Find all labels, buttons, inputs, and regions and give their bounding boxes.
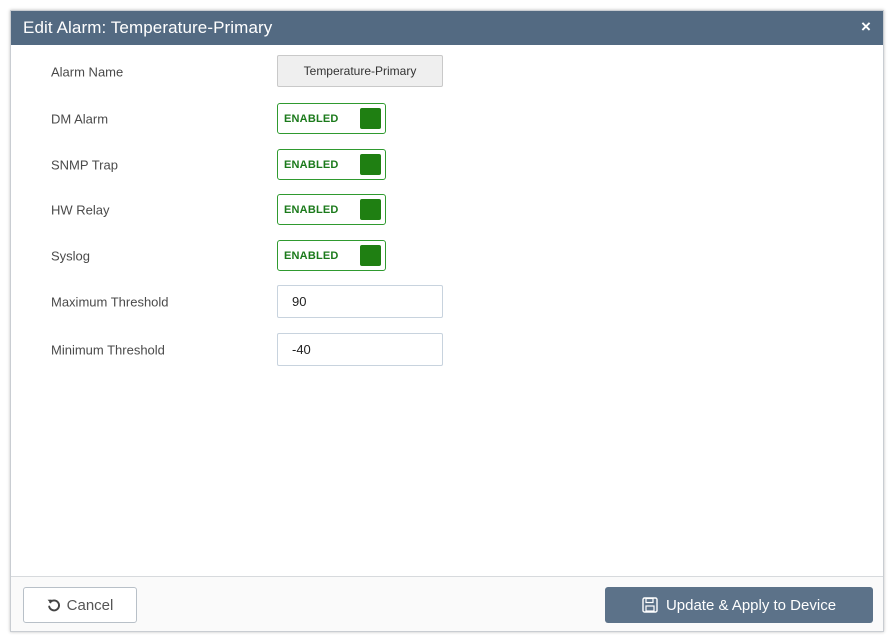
min-threshold-row: Minimum Threshold bbox=[51, 333, 471, 367]
hw-relay-toggle[interactable]: ENABLED bbox=[277, 194, 386, 225]
close-icon[interactable]: × bbox=[858, 18, 874, 35]
cancel-button-label: Cancel bbox=[66, 596, 114, 614]
max-threshold-label: Maximum Threshold bbox=[51, 294, 169, 310]
snmp-trap-toggle[interactable]: ENABLED bbox=[277, 149, 386, 180]
max-threshold-row: Maximum Threshold bbox=[51, 285, 471, 319]
syslog-toggle[interactable]: ENABLED bbox=[277, 240, 386, 271]
update-apply-button-label: Update & Apply to Device bbox=[665, 596, 837, 614]
hw-relay-label: HW Relay bbox=[51, 202, 110, 218]
undo-icon bbox=[47, 598, 61, 612]
snmp-trap-toggle-state: ENABLED bbox=[284, 158, 339, 171]
toggle-knob bbox=[360, 199, 381, 220]
syslog-row: Syslog ENABLED bbox=[51, 239, 471, 273]
hw-relay-toggle-state: ENABLED bbox=[284, 203, 339, 216]
syslog-toggle-state: ENABLED bbox=[284, 249, 339, 262]
snmp-trap-row: SNMP Trap ENABLED bbox=[51, 148, 471, 182]
dm-alarm-toggle-state: ENABLED bbox=[284, 112, 339, 125]
min-threshold-input[interactable] bbox=[277, 333, 443, 366]
alarm-name-label: Alarm Name bbox=[51, 64, 124, 80]
dialog-header: Edit Alarm: Temperature-Primary × bbox=[11, 11, 883, 45]
toggle-knob bbox=[360, 108, 381, 129]
dm-alarm-label: DM Alarm bbox=[51, 111, 109, 127]
save-icon bbox=[642, 597, 658, 613]
max-threshold-input[interactable] bbox=[277, 285, 443, 318]
dm-alarm-toggle[interactable]: ENABLED bbox=[277, 103, 386, 134]
toggle-knob bbox=[360, 245, 381, 266]
dialog-footer: Cancel Update & Apply to Device bbox=[11, 576, 883, 631]
snmp-trap-label: SNMP Trap bbox=[51, 157, 118, 173]
min-threshold-label: Minimum Threshold bbox=[51, 342, 165, 358]
syslog-label: Syslog bbox=[51, 248, 91, 264]
cancel-button[interactable]: Cancel bbox=[23, 587, 137, 623]
alarm-name-row: Alarm Name Temperature-Primary bbox=[51, 55, 471, 89]
dm-alarm-row: DM Alarm ENABLED bbox=[51, 102, 471, 136]
edit-alarm-dialog: Edit Alarm: Temperature-Primary × Alarm … bbox=[10, 10, 884, 632]
hw-relay-row: HW Relay ENABLED bbox=[51, 193, 471, 227]
dialog-title: Edit Alarm: Temperature-Primary bbox=[23, 18, 273, 37]
alarm-name-field: Temperature-Primary bbox=[277, 55, 443, 87]
update-apply-button[interactable]: Update & Apply to Device bbox=[605, 587, 873, 623]
toggle-knob bbox=[360, 154, 381, 175]
